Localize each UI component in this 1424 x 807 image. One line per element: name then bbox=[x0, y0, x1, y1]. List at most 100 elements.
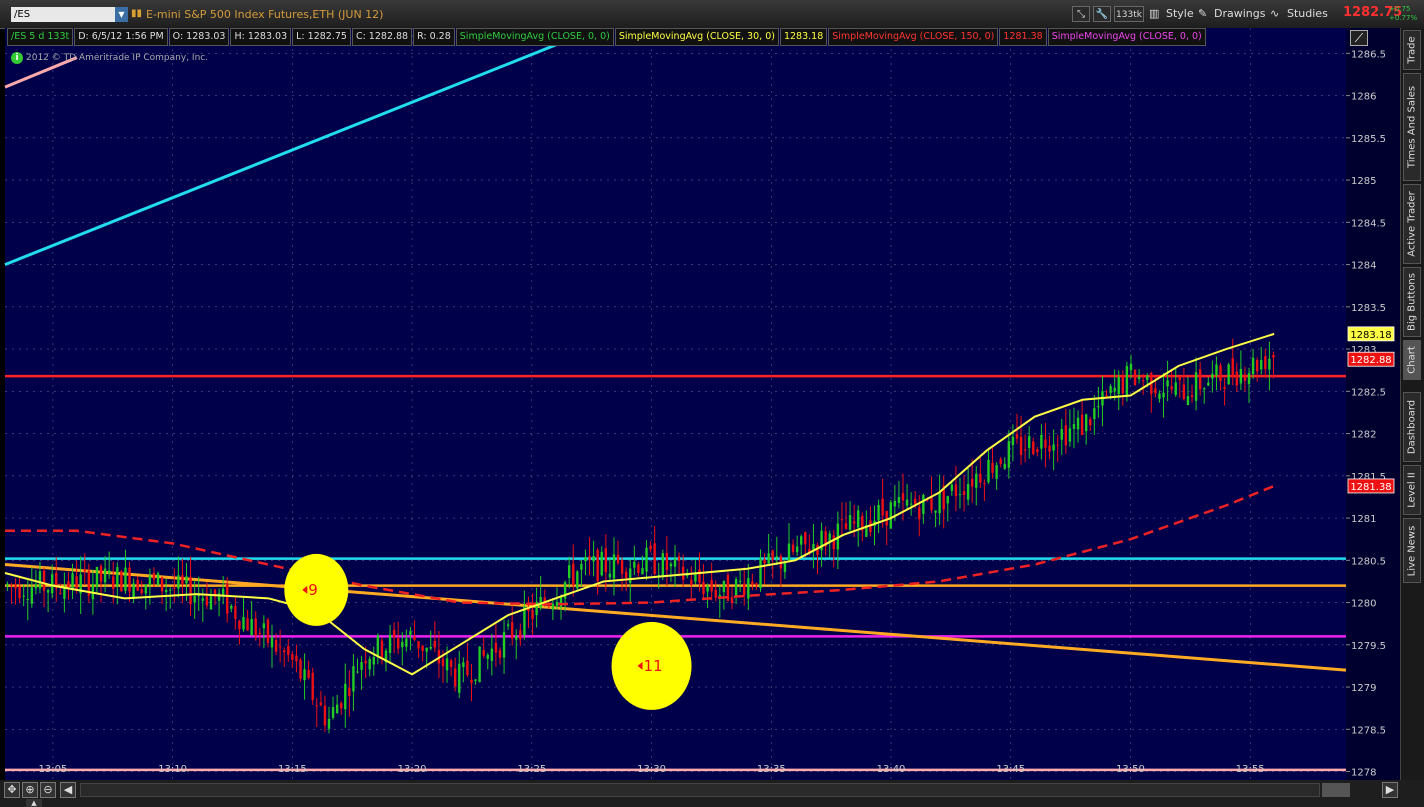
copyright-notice: i 2012 © TD Ameritrade IP Company, Inc. bbox=[11, 52, 208, 64]
tab-level-ii[interactable]: Level II bbox=[1403, 465, 1421, 515]
tab-times-and-sales[interactable]: Times And Sales bbox=[1403, 73, 1421, 181]
horizontal-scrollbar[interactable] bbox=[80, 783, 1320, 797]
candle-up bbox=[1007, 441, 1011, 468]
tab-big-buttons[interactable]: Big Buttons bbox=[1403, 267, 1421, 337]
candle-up bbox=[738, 580, 742, 582]
candle-down bbox=[624, 571, 628, 579]
study-sma-magenta[interactable]: SimpleMovingAvg (CLOSE, 0, 0) bbox=[1047, 28, 1206, 46]
x-tick-label: 13:55 bbox=[1236, 764, 1265, 775]
candle-up bbox=[1186, 396, 1190, 406]
copyright-text: 2012 © TD Ameritrade IP Company, Inc. bbox=[26, 53, 209, 63]
candle-up bbox=[95, 566, 99, 588]
candle-up bbox=[877, 504, 880, 521]
scrollbar-thumb[interactable] bbox=[1322, 783, 1350, 797]
candle-down bbox=[18, 586, 21, 599]
study-sma150[interactable]: SimpleMovingAvg (CLOSE, 150, 0) bbox=[828, 28, 999, 46]
bar-range: R: 0.28 bbox=[413, 28, 455, 46]
candle-up bbox=[987, 460, 990, 483]
x-tick-label: 13:25 bbox=[517, 764, 546, 775]
candle-up bbox=[1211, 373, 1214, 379]
candle-down bbox=[295, 655, 298, 662]
candle-up bbox=[1084, 414, 1088, 432]
pan-icon[interactable]: ✥ bbox=[4, 782, 20, 798]
study-sma-green[interactable]: SimpleMovingAvg (CLOSE, 0, 0) bbox=[455, 28, 614, 46]
candle-up bbox=[1174, 382, 1177, 395]
candle-down bbox=[954, 484, 958, 497]
candle-down bbox=[266, 619, 270, 643]
candle-up bbox=[800, 536, 803, 545]
x-tick-label: 13:10 bbox=[158, 764, 187, 775]
candle-down bbox=[962, 491, 966, 496]
candle-up bbox=[331, 707, 335, 718]
candle-up bbox=[889, 502, 892, 529]
candle-up bbox=[405, 638, 408, 647]
candle-up bbox=[124, 567, 127, 591]
candle-up bbox=[132, 583, 135, 598]
candle-down bbox=[616, 554, 620, 564]
candle-down bbox=[380, 640, 384, 658]
price-tag-label: 1283.18 bbox=[1350, 330, 1391, 341]
zoom-in-icon[interactable]: ⊕ bbox=[22, 782, 38, 798]
candle-up bbox=[303, 669, 306, 681]
candle-up bbox=[1060, 428, 1063, 440]
y-tick-label: 1285 bbox=[1351, 176, 1376, 187]
candle-down bbox=[1133, 370, 1137, 386]
scroll-right-icon[interactable]: ▶ bbox=[1382, 782, 1398, 798]
candle-down bbox=[397, 638, 400, 649]
candle-down bbox=[743, 583, 746, 596]
candle-down bbox=[453, 668, 457, 687]
candle-down bbox=[364, 660, 367, 664]
y-tick-label: 1282.5 bbox=[1351, 387, 1386, 398]
candle-up bbox=[1251, 357, 1255, 375]
candle-down bbox=[112, 576, 115, 589]
candle-down bbox=[299, 659, 302, 679]
drawing-tool-icon[interactable]: ⟋ bbox=[1350, 30, 1368, 46]
candle-down bbox=[844, 523, 848, 530]
candle-up bbox=[376, 635, 380, 657]
candle-up bbox=[230, 605, 233, 609]
price-chart[interactable]: 9 11 1278 1278.5 1279 1279.5 1280 1280.5 1281 12… bbox=[0, 0, 1424, 807]
expand-panel-icon[interactable]: ▲ bbox=[26, 799, 42, 807]
candle-up bbox=[600, 551, 603, 576]
candle-down bbox=[173, 587, 176, 589]
study-sma30[interactable]: SimpleMovingAvg (CLOSE, 30, 0) bbox=[614, 28, 779, 46]
candle-down bbox=[291, 654, 294, 660]
candle-up bbox=[201, 598, 204, 601]
info-icon[interactable]: i bbox=[11, 52, 23, 64]
candle-down bbox=[1231, 358, 1234, 378]
tab-trade[interactable]: Trade bbox=[1403, 30, 1421, 70]
candle-down bbox=[1089, 419, 1092, 426]
candle-up bbox=[1109, 386, 1112, 393]
tab-active-trader[interactable]: Active Trader bbox=[1403, 184, 1421, 264]
candle-down bbox=[690, 579, 693, 586]
candle-down bbox=[42, 570, 46, 591]
candle-down bbox=[441, 658, 445, 667]
candle-down bbox=[417, 641, 420, 649]
x-tick-label: 13:45 bbox=[996, 764, 1025, 775]
candle-down bbox=[1264, 356, 1267, 369]
tab-chart[interactable]: Chart bbox=[1403, 340, 1421, 380]
candle-up bbox=[576, 571, 579, 589]
zoom-out-icon[interactable]: ⊖ bbox=[40, 782, 56, 798]
candle-down bbox=[620, 560, 624, 574]
candle-down bbox=[1032, 441, 1035, 455]
candle-up bbox=[795, 546, 799, 553]
candle-up bbox=[857, 510, 860, 528]
candle-down bbox=[307, 669, 310, 678]
candle-up bbox=[995, 465, 998, 479]
candle-down bbox=[311, 672, 314, 700]
candle-up bbox=[747, 578, 750, 599]
candle-up bbox=[922, 495, 925, 514]
candle-down bbox=[348, 688, 351, 696]
candle-down bbox=[702, 581, 705, 595]
scroll-left-icon[interactable]: ◀ bbox=[60, 782, 76, 798]
candle-up bbox=[1093, 408, 1096, 420]
y-tick-label: 1284.5 bbox=[1351, 218, 1386, 229]
tab-live-news[interactable]: Live News bbox=[1403, 518, 1421, 583]
candle-up bbox=[1113, 387, 1116, 392]
y-tick-label: 1279.5 bbox=[1351, 641, 1386, 652]
tab-dashboard[interactable]: Dashboard bbox=[1403, 392, 1421, 462]
candle-up bbox=[262, 623, 266, 629]
candle-down bbox=[494, 642, 498, 653]
candle-up bbox=[893, 500, 897, 507]
